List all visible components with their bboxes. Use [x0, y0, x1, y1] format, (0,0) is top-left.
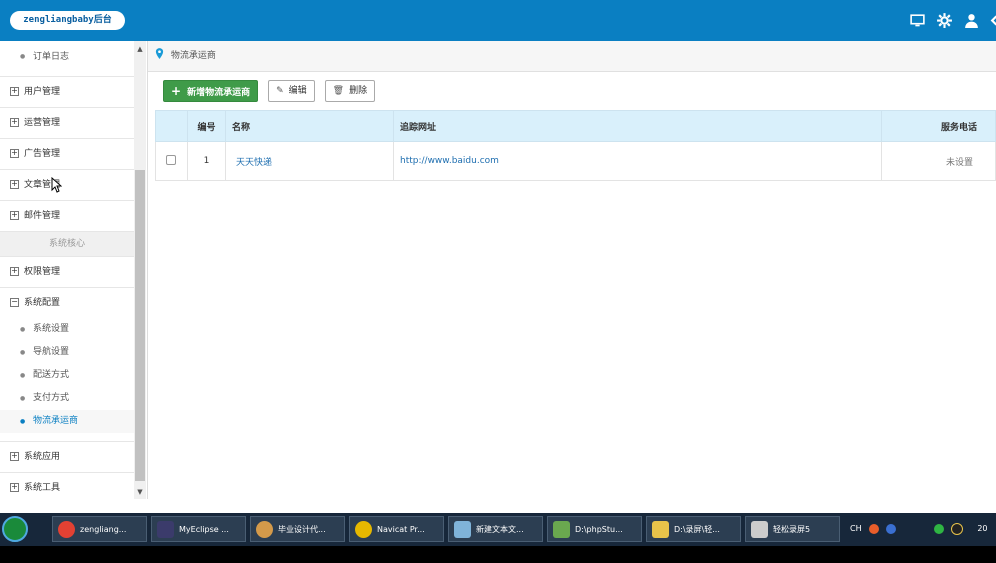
taskbar-item-folder[interactable]: D:\录屏\轻... [646, 516, 741, 542]
user-icon[interactable] [963, 12, 980, 29]
sidebar-group-user[interactable]: + 用户管理 [0, 77, 134, 108]
sidebar-group-permission[interactable]: + 权限管理 [0, 257, 134, 288]
sidebar-group-article[interactable]: + 文章管理 [0, 170, 134, 201]
column-header-name: 名称 [225, 110, 394, 142]
expand-icon: + [10, 86, 19, 96]
sidebar-group-tools[interactable]: + 系统工具 [0, 473, 134, 499]
cell-name[interactable]: 天天快递 [225, 141, 394, 181]
taskbar-item-notepad[interactable]: 新建文本文... [448, 516, 543, 542]
start-button[interactable] [2, 516, 28, 542]
expand-icon: + [10, 210, 19, 220]
edit-button[interactable]: ✎ 编辑 [268, 80, 315, 102]
mouse-cursor-icon [51, 177, 62, 193]
sidebar-group-operation[interactable]: + 运营管理 [0, 108, 134, 139]
expand-icon: + [10, 117, 19, 127]
navicat-icon [355, 521, 372, 538]
plus-icon: + [171, 84, 182, 98]
screen-bottom-edge [0, 546, 996, 563]
top-bar: zengliangbaby后台 [0, 0, 996, 41]
scroll-up-icon[interactable]: ▲ [134, 45, 146, 53]
monitor-icon[interactable] [909, 12, 926, 29]
expand-icon: + [10, 451, 19, 461]
windows-taskbar: zengliang... MyEclipse ... 毕业设计代... Navi… [0, 513, 996, 546]
row-select-cell [155, 141, 188, 181]
chrome-icon [58, 521, 75, 538]
wechat-icon[interactable] [934, 523, 945, 534]
row-checkbox[interactable] [166, 154, 176, 165]
cell-id: 1 [187, 141, 226, 181]
language-indicator[interactable]: CH [850, 524, 862, 533]
taskbar-item-chrome[interactable]: zengliang... [52, 516, 147, 542]
logout-icon[interactable] [990, 12, 996, 29]
gear-icon[interactable] [936, 12, 953, 29]
sidebar-item-order-log[interactable]: 订单日志 [0, 41, 134, 77]
toolbar: + 新增物流承运商 ✎ 编辑 🗑 删除 [163, 80, 376, 102]
location-pin-icon [155, 48, 167, 61]
expand-icon: + [10, 179, 19, 189]
column-header-id: 编号 [187, 110, 226, 142]
cell-phone: 未设置 [881, 141, 996, 181]
add-carrier-button[interactable]: + 新增物流承运商 [163, 80, 259, 102]
sidebar-item-system-settings[interactable]: 系统设置 [0, 318, 134, 341]
taskbar-item-project[interactable]: 毕业设计代... [250, 516, 345, 542]
column-header-url: 追踪网址 [393, 110, 882, 142]
taskbar-item-recorder[interactable]: 轻松录屏5 [745, 516, 840, 542]
help-icon[interactable] [885, 523, 896, 534]
folder-icon [652, 521, 669, 538]
scrollbar-thumb[interactable] [135, 170, 145, 481]
table-row[interactable]: 1 天天快递 http://www.baidu.com 未设置 [155, 141, 996, 181]
sidebar-group-ads[interactable]: + 广告管理 [0, 139, 134, 170]
breadcrumb: 物流承运商 [148, 41, 996, 72]
taskbar-item-myeclipse[interactable]: MyEclipse ... [151, 516, 246, 542]
taskbar-item-phpstudy[interactable]: D:\phpStu... [547, 516, 642, 542]
scroll-down-icon[interactable]: ▼ [134, 488, 146, 496]
taskbar-item-navicat[interactable]: Navicat Pr... [349, 516, 444, 542]
trash-icon: 🗑 [332, 86, 345, 96]
app-logo[interactable]: zengliangbaby后台 [10, 11, 125, 30]
sidebar-group-config[interactable]: − 系统配置 [0, 288, 134, 318]
expand-icon: + [10, 266, 19, 276]
qq-icon[interactable] [950, 522, 963, 535]
sidebar-group-apps[interactable]: + 系统应用 [0, 442, 134, 473]
expand-icon: + [10, 148, 19, 158]
sidebar-item-payment[interactable]: 支付方式 [0, 387, 134, 410]
table-header-row: 编号 名称 追踪网址 服务电话 [155, 110, 996, 142]
sogou-icon[interactable] [869, 523, 880, 534]
sidebar-item-nav-settings[interactable]: 导航设置 [0, 341, 134, 364]
top-icons [909, 12, 996, 30]
sidebar: 订单日志 +用户管理 +运营管理 +广告管理 +文章管理 +邮件管理 系统核心 … [0, 41, 148, 499]
carrier-table: 编号 名称 追踪网址 服务电话 1 天天快递 http://www.baidu.… [155, 110, 996, 181]
expand-icon: + [10, 482, 19, 492]
sidebar-category: 系统核心 [0, 232, 134, 257]
delete-button[interactable]: 🗑 删除 [324, 80, 376, 102]
cell-url[interactable]: http://www.baidu.com [393, 141, 882, 181]
notepad-icon [454, 521, 471, 538]
select-column-header [155, 110, 188, 142]
collapse-icon: − [10, 297, 19, 307]
sidebar-menu: 订单日志 +用户管理 +运营管理 +广告管理 +文章管理 +邮件管理 系统核心 … [0, 41, 134, 499]
edit-icon: ✎ [276, 86, 284, 96]
clock[interactable]: 20 [977, 524, 987, 533]
recorder-icon [751, 521, 768, 538]
sidebar-scrollbar[interactable]: ▲ ▼ [134, 41, 146, 499]
editor-icon [553, 521, 570, 538]
breadcrumb-label: 物流承运商 [170, 51, 216, 61]
folder-person-icon [256, 521, 273, 538]
sidebar-item-logistics[interactable]: 物流承运商 [0, 410, 134, 433]
sidebar-item-delivery[interactable]: 配送方式 [0, 364, 134, 387]
sidebar-spacer [0, 433, 134, 442]
myeclipse-icon [157, 521, 174, 538]
column-header-phone: 服务电话 [881, 110, 996, 142]
system-tray: CH 20 [850, 516, 988, 542]
sidebar-group-mail[interactable]: + 邮件管理 [0, 201, 134, 232]
main-content: 物流承运商 + 新增物流承运商 ✎ 编辑 🗑 删除 编号 名称 追踪网址 服务电话 1… [148, 41, 996, 499]
